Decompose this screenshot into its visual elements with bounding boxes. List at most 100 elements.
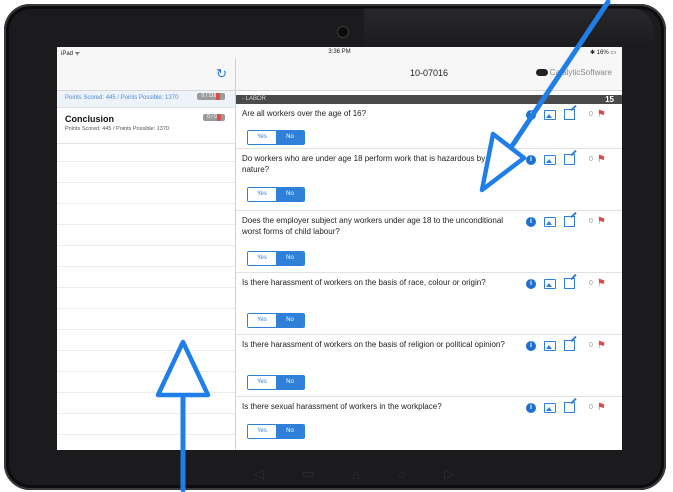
question-actions: i 0 ⚑	[526, 278, 606, 289]
divider	[57, 182, 235, 183]
yes-no-toggle[interactable]: Yes No	[247, 251, 305, 266]
edit-note-icon[interactable]	[564, 402, 575, 413]
question-score: 0	[589, 111, 593, 118]
audit-header: 10-07016 CatalyticSoftware	[236, 58, 622, 91]
no-button[interactable]: No	[276, 376, 304, 389]
sidebar-item-labor[interactable]: Points Scored: 445 / Points Possible: 13…	[57, 91, 235, 108]
camera	[337, 26, 349, 38]
app-screen: iPad ᯤ 3:36 PM ✱ 16% ▭ ↻ Points Scored: …	[57, 47, 622, 450]
no-button[interactable]: No	[276, 131, 304, 144]
conclusion-status-badge: 0 / 0	[203, 114, 225, 121]
divider	[57, 161, 235, 162]
conclusion-points: Points Scored: 445 / Points Possible: 13…	[65, 126, 169, 132]
image-icon[interactable]	[544, 216, 556, 227]
flag-icon[interactable]: ⚑	[597, 216, 606, 227]
yes-no-toggle[interactable]: Yes No	[247, 424, 305, 439]
question-score: 0	[589, 404, 593, 411]
question-row: Is there harassment of workers on the ba…	[236, 335, 622, 397]
edit-note-icon[interactable]	[564, 109, 575, 120]
divider	[57, 287, 235, 288]
home-icon[interactable]: ⌂	[352, 467, 360, 482]
yes-button[interactable]: Yes	[248, 425, 276, 438]
image-icon[interactable]	[544, 109, 556, 120]
category-count: 15	[605, 95, 614, 104]
no-button[interactable]: No	[276, 252, 304, 265]
question-actions: i 0 ⚑	[526, 154, 606, 165]
question-text: Does the employer subject any workers un…	[242, 216, 504, 236]
edit-note-icon[interactable]	[564, 340, 575, 351]
question-row: Is there harassment of workers on the ba…	[236, 273, 622, 335]
sidebar-item-conclusion[interactable]: Conclusion Points Scored: 445 / Points P…	[57, 107, 235, 144]
refresh-icon[interactable]: ↻	[216, 66, 227, 82]
question-score: 0	[589, 156, 593, 163]
image-icon[interactable]	[544, 154, 556, 165]
question-text: Are all workers over the age of 16?	[242, 109, 367, 118]
question-actions: i 0 ⚑	[526, 340, 606, 351]
clock: 3:36 PM	[328, 49, 351, 55]
info-icon[interactable]: i	[526, 278, 536, 289]
info-icon[interactable]: i	[526, 402, 536, 413]
category-header: - LABOR 15	[236, 95, 622, 104]
audit-panel: 10-07016 CatalyticSoftware - LABOR 15 Ar…	[236, 58, 622, 450]
no-button[interactable]: No	[276, 188, 304, 201]
category-label: - LABOR	[242, 96, 267, 102]
recents-icon[interactable]: ▭	[302, 466, 314, 482]
section-status-badge: 0 / 116	[197, 93, 225, 100]
question-row: Does the employer subject any workers un…	[236, 211, 622, 273]
yes-button[interactable]: Yes	[248, 376, 276, 389]
yes-no-toggle[interactable]: Yes No	[247, 375, 305, 390]
question-text: Is there harassment of workers on the ba…	[242, 340, 505, 349]
conclusion-title: Conclusion	[65, 114, 114, 124]
question-row: Do workers who are under age 18 perform …	[236, 149, 622, 211]
image-icon[interactable]	[544, 402, 556, 413]
image-icon[interactable]	[544, 340, 556, 351]
divider	[57, 413, 235, 414]
divider	[57, 224, 235, 225]
divider	[57, 308, 235, 309]
divider	[57, 350, 235, 351]
info-icon[interactable]: i	[526, 154, 536, 165]
yes-no-toggle[interactable]: Yes No	[247, 187, 305, 202]
no-button[interactable]: No	[276, 425, 304, 438]
yes-no-toggle[interactable]: Yes No	[247, 313, 305, 328]
info-icon[interactable]: i	[526, 109, 536, 120]
status-bar: iPad ᯤ 3:36 PM ✱ 16% ▭	[57, 47, 622, 58]
edit-note-icon[interactable]	[564, 154, 575, 165]
no-button[interactable]: No	[276, 314, 304, 327]
back-icon[interactable]: ◁	[254, 466, 264, 482]
info-icon[interactable]: i	[526, 216, 536, 227]
divider	[57, 434, 235, 435]
question-text: Do workers who are under age 18 perform …	[242, 154, 486, 174]
flag-icon[interactable]: ⚑	[597, 109, 606, 120]
logo-icon	[535, 69, 548, 77]
android-nav-bar: ◁ ▭ ⌂ ○ ▷	[254, 466, 454, 482]
battery-indicator: ✱ 16% ▭	[589, 50, 616, 56]
search-icon[interactable]: ○	[398, 467, 406, 482]
flag-icon[interactable]: ⚑	[597, 278, 606, 289]
yes-no-toggle[interactable]: Yes No	[247, 130, 305, 145]
yes-button[interactable]: Yes	[248, 131, 276, 144]
question-row: Are all workers over the age of 16? i 0 …	[236, 104, 622, 149]
edit-note-icon[interactable]	[564, 216, 575, 227]
info-icon[interactable]: i	[526, 340, 536, 351]
question-score: 0	[589, 280, 593, 287]
edit-note-icon[interactable]	[564, 278, 575, 289]
flag-icon[interactable]: ⚑	[597, 154, 606, 165]
divider	[57, 329, 235, 330]
frame-highlight	[364, 8, 654, 48]
yes-button[interactable]: Yes	[248, 188, 276, 201]
section-points: Points Scored: 445 / Points Possible: 13…	[65, 95, 179, 101]
divider	[57, 392, 235, 393]
forward-icon[interactable]: ▷	[444, 466, 454, 482]
yes-button[interactable]: Yes	[248, 252, 276, 265]
divider	[57, 371, 235, 372]
question-score: 0	[589, 342, 593, 349]
flag-icon[interactable]: ⚑	[597, 340, 606, 351]
yes-button[interactable]: Yes	[248, 314, 276, 327]
question-actions: i 0 ⚑	[526, 109, 606, 120]
question-text: Is there harassment of workers on the ba…	[242, 278, 486, 287]
divider	[57, 245, 235, 246]
flag-icon[interactable]: ⚑	[597, 402, 606, 413]
image-icon[interactable]	[544, 278, 556, 289]
question-row: Is there sexual harassment of workers in…	[236, 397, 622, 450]
